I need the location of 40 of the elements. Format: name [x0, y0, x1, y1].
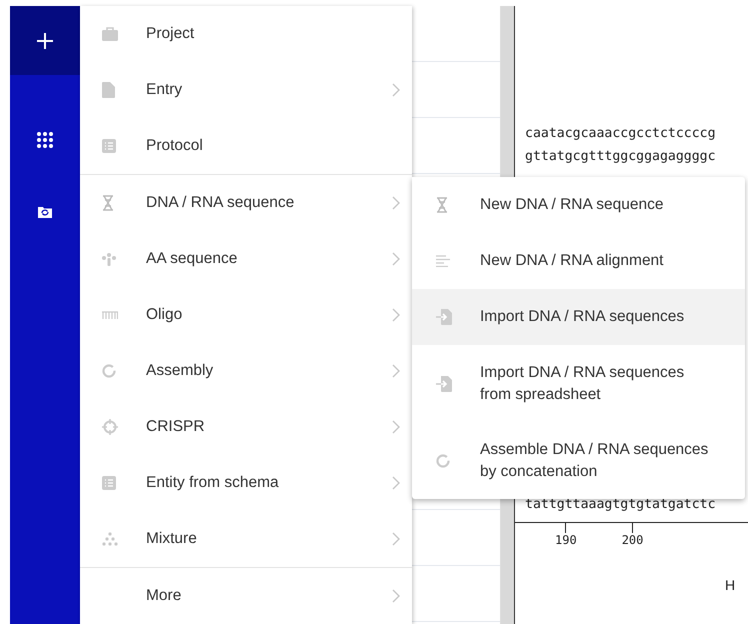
menu-item[interactable]: More [80, 568, 412, 624]
sequence-text: caatacgcaaaccgcctctccccg [525, 125, 717, 143]
comb-icon [102, 311, 118, 319]
menu-item[interactable]: Entry [80, 62, 412, 118]
menu-item[interactable]: New DNA / RNA alignment [412, 233, 745, 289]
menu-item[interactable]: AA sequence [80, 231, 412, 287]
hourglass-icon [102, 195, 114, 211]
list-icon [102, 476, 116, 490]
menu-item[interactable]: Entity from schema [80, 455, 412, 511]
align-left-icon [436, 255, 450, 267]
file-icon [102, 82, 115, 98]
menu-item[interactable]: Import DNA / RNA sequences from spreadsheet [412, 345, 745, 422]
dots-icon [102, 532, 118, 546]
menu-item[interactable]: DNA / RNA sequence [80, 175, 412, 231]
menu-item[interactable]: Assembly [80, 343, 412, 399]
crosshair-icon [102, 419, 118, 435]
import-file-icon [436, 309, 452, 325]
sequence-text: tattgttaaagtgtgtatgatctc [525, 496, 717, 514]
molecule-icon [102, 252, 116, 266]
menu-item[interactable]: CRISPR [80, 399, 412, 455]
plus-icon [36, 32, 54, 50]
menu-item[interactable]: Assemble DNA / RNA sequences by concatenation [412, 422, 745, 499]
menu-item[interactable]: New DNA / RNA sequence [412, 177, 745, 233]
folder-sync-icon [38, 206, 52, 218]
menu-item[interactable]: Oligo [80, 287, 412, 343]
sequence-text: gttatgcgtttggcggagaggggc [525, 148, 717, 166]
menu-item[interactable]: Mixture [80, 511, 412, 567]
menu-item[interactable]: Import DNA / RNA sequences [412, 289, 745, 345]
list-icon [102, 139, 116, 153]
grid-icon [37, 132, 53, 148]
ruler-label: 200 [622, 533, 644, 547]
circle-icon [102, 364, 116, 378]
briefcase-icon [102, 27, 118, 41]
hourglass-icon [436, 197, 448, 213]
circle-icon [436, 454, 450, 468]
import-file-icon [436, 376, 452, 392]
feature-label: H [725, 577, 736, 593]
menu-item[interactable]: Project [80, 6, 412, 62]
ruler-label: 190 [555, 533, 577, 547]
menu-item[interactable]: Protocol [80, 118, 412, 174]
